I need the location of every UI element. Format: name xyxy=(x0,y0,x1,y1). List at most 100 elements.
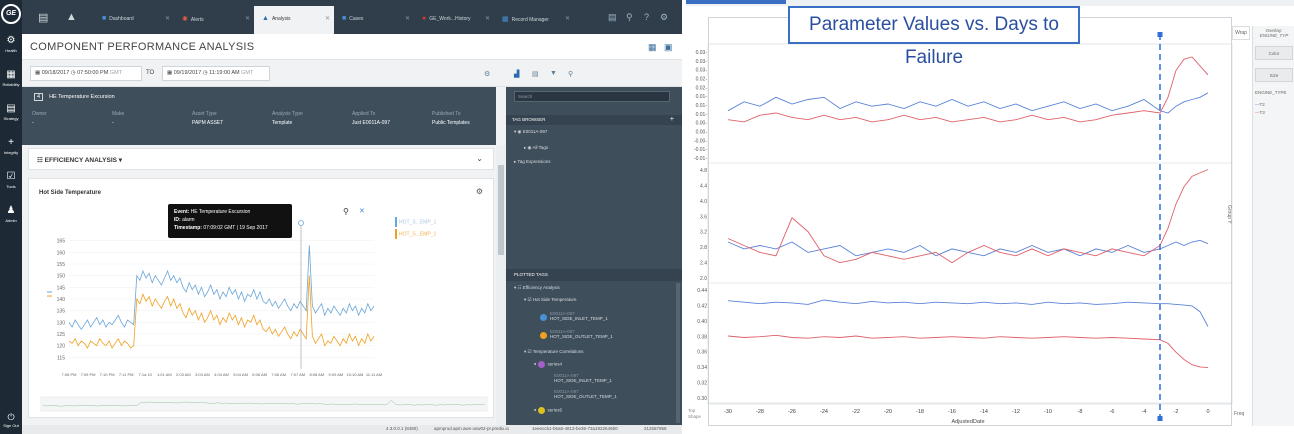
event-marker-dot xyxy=(298,220,304,226)
close-icon[interactable]: ✕ xyxy=(245,15,250,22)
search-icon[interactable]: ⚲ xyxy=(568,70,573,78)
settings-icon[interactable]: ⚙ xyxy=(660,12,668,23)
efficiency-analysis-header[interactable]: ☷ EFFICIENCY ANALYSIS ▾ ⌄ xyxy=(28,148,494,170)
x-tick-label: -2 xyxy=(1174,409,1179,415)
calculator-icon: ▤ xyxy=(6,103,16,114)
desktop-icon[interactable]: ▤ xyxy=(38,11,48,24)
nav-signout[interactable]: ⏻ Sign Out xyxy=(0,412,22,428)
y-tick-label: 0.38 xyxy=(697,334,707,340)
tag-root[interactable]: ▾ ◉ E0011A-097 xyxy=(514,129,547,135)
search-icon[interactable]: ⚲ xyxy=(626,12,633,23)
x-tick-label: 0 xyxy=(1206,409,1209,415)
y-tick-label: 0.30 xyxy=(697,396,707,402)
x-tick-label: -20 xyxy=(884,409,892,415)
x-tick-label: -16 xyxy=(948,409,956,415)
y-tick-label: 0.02- xyxy=(696,85,708,91)
y-tick-label: 0.00- xyxy=(696,121,708,127)
y-tick-label: 0.01- xyxy=(696,103,708,109)
tag-all-tags[interactable]: ▸ ◉ All Tags xyxy=(524,145,548,151)
content-scrollbar[interactable] xyxy=(496,145,506,425)
size-button[interactable]: Size xyxy=(1255,68,1293,82)
tab-analysis[interactable]: ▲ Analysis ✕ xyxy=(254,6,334,34)
x-tick-label: 6:06 AM xyxy=(252,372,267,377)
plotted-corr[interactable]: ▾ ☑ Temperature Correlations xyxy=(524,349,584,355)
top-shape-label: Top Shape xyxy=(688,408,702,419)
plotted-tag-4[interactable]: E0011A-097 HOT_SIDE_OUTLET_TEMP_1 xyxy=(554,389,617,399)
plotted-series5[interactable]: ▾ series5 xyxy=(534,407,562,414)
analysis-name: 4 HE Temperature Excursion xyxy=(34,93,115,101)
y-tick-label: -0.01- xyxy=(694,147,707,153)
legend-item-t3[interactable]: —T3 xyxy=(1255,110,1293,115)
power-icon: ⏻ xyxy=(7,412,15,422)
x-tick-label: -30 xyxy=(724,409,732,415)
plotted-series4[interactable]: ▾ series4 xyxy=(534,361,562,368)
chevron-down-icon[interactable]: ⌄ xyxy=(476,154,483,163)
asset-type-field: Asset Type PAPM ASSET xyxy=(192,111,224,126)
y-tick-label: 0.01- xyxy=(696,112,708,118)
save-icon[interactable]: ▣ xyxy=(664,42,673,53)
close-icon[interactable]: ✕ xyxy=(325,15,330,22)
plotted-eff[interactable]: ▾ ☷ Efficiency Analysis xyxy=(514,285,560,291)
x-tick-label: 7:10 PM xyxy=(100,372,115,377)
y-tick-label: 135 xyxy=(57,309,66,315)
color-button[interactable]: Color xyxy=(1255,46,1293,60)
nav-reliability[interactable]: ▦ Reliability xyxy=(0,68,22,98)
filter-icon[interactable]: ▼ xyxy=(550,70,557,77)
help-icon[interactable]: ? xyxy=(644,12,649,22)
nav-tools[interactable]: ☑ Tools xyxy=(0,170,22,200)
parameter-trellis-chart: 0.03- 0.03- 0.03- 0.02- 0.02- 0.01- 0.01- 0.01-… xyxy=(694,32,1233,425)
x-tick-label: -4 xyxy=(1142,409,1147,415)
from-date-field[interactable]: ▦ 09/18/2017 ◷ 07:50:00 PM GMT xyxy=(30,66,142,81)
close-icon[interactable]: ✕ xyxy=(405,15,410,22)
wrap-label[interactable]: Wrap xyxy=(1232,26,1250,40)
x-tick-label: 1:01 AM xyxy=(157,372,172,377)
legend-item-t2[interactable]: —T2 xyxy=(1255,102,1293,107)
series-line-t2 xyxy=(727,239,1209,257)
tag-expressions[interactable]: ▸ Tag Expressions xyxy=(514,159,550,165)
x-tick-label: -24 xyxy=(820,409,828,415)
tab-dashboard[interactable]: ■ Dashboard ✕ xyxy=(94,6,174,34)
nav-integrity[interactable]: + Integrity xyxy=(0,136,22,166)
close-icon[interactable]: ✕ xyxy=(565,15,570,22)
plotted-tag-3[interactable]: E0011A-097 HOT_SIDE_INLET_TEMP_1 xyxy=(554,373,612,383)
table-icon[interactable]: ▤ xyxy=(532,70,539,78)
y-tick-label: 115 xyxy=(57,355,65,361)
x-tick-label: 11:11 AM xyxy=(366,372,382,377)
spotfire-visualization: 0.03- 0.03- 0.03- 0.02- 0.02- 0.01- 0.01- 0.01-… xyxy=(686,0,1294,434)
nav-health[interactable]: ⚙ Health xyxy=(0,34,22,64)
calendar-icon[interactable]: ▦ xyxy=(648,42,657,53)
chart-icon[interactable]: ▟ xyxy=(514,70,519,78)
tree-icon[interactable]: ▲ xyxy=(66,11,77,23)
close-icon[interactable]: ✕ xyxy=(485,15,490,22)
tag-panel: Search TAG BROWSER + ▾ ◉ E0011A-097 ▸ ◉ A… xyxy=(506,87,682,434)
nav-strategy[interactable]: ▤ Strategy xyxy=(0,102,22,132)
plus-icon[interactable]: + xyxy=(670,116,674,123)
x-tick-label: -22 xyxy=(852,409,860,415)
x-tick-label: 10:10 AM xyxy=(346,372,363,377)
y-tick-label: -0.01- xyxy=(694,156,707,162)
plotted-tag-2[interactable]: E0011A-097 HOT_SIDE_OUTLET_TEMP_1 xyxy=(540,329,613,339)
tab-work-history[interactable]: ● GE_Work...History ✕ xyxy=(414,6,494,34)
nav-admin[interactable]: ♟ Admin xyxy=(0,204,22,234)
tab-alerts[interactable]: ✺ Alerts ✕ xyxy=(174,6,254,34)
plotted-tag-1[interactable]: E0011A-097 HOT_SIDE_INLET_TEMP_1 xyxy=(540,311,608,321)
close-icon[interactable]: ✕ xyxy=(165,15,170,22)
to-date-field[interactable]: ▦ 09/19/2017 ◷ 11:19:00 AM GMT xyxy=(162,66,270,81)
settings-icon[interactable]: ⚙ xyxy=(484,70,490,78)
published-to-field: Published To Public Templates xyxy=(432,111,470,126)
x-tick-label: -8 xyxy=(1078,409,1083,415)
x-tick-label: 3:03 AM xyxy=(195,372,210,377)
tag-panel-scrollbar[interactable] xyxy=(676,283,680,423)
check-icon: ☑ xyxy=(6,171,16,182)
title-bar: COMPONENT PERFORMANCE ANALYSIS ▦ ▣ xyxy=(22,34,682,60)
tab-record-manager[interactable]: ▦ Record Manager ✕ xyxy=(494,6,574,34)
tab-cases[interactable]: ■ Cases ✕ xyxy=(334,6,414,34)
tag-search-input[interactable]: Search xyxy=(514,91,670,102)
series-line-t3 xyxy=(727,334,1209,369)
y-tick-label: 0.34 xyxy=(697,365,707,371)
plotted-hot[interactable]: ▾ ☑ Hot Side Temperature xyxy=(524,297,577,303)
y-tick-label: 0.44 xyxy=(697,288,707,294)
y-tick-label: 0.03- xyxy=(696,50,708,56)
plotted-tags-header: PLOTTED TAGS xyxy=(506,269,682,281)
doc-icon[interactable]: ▤ xyxy=(608,12,617,23)
